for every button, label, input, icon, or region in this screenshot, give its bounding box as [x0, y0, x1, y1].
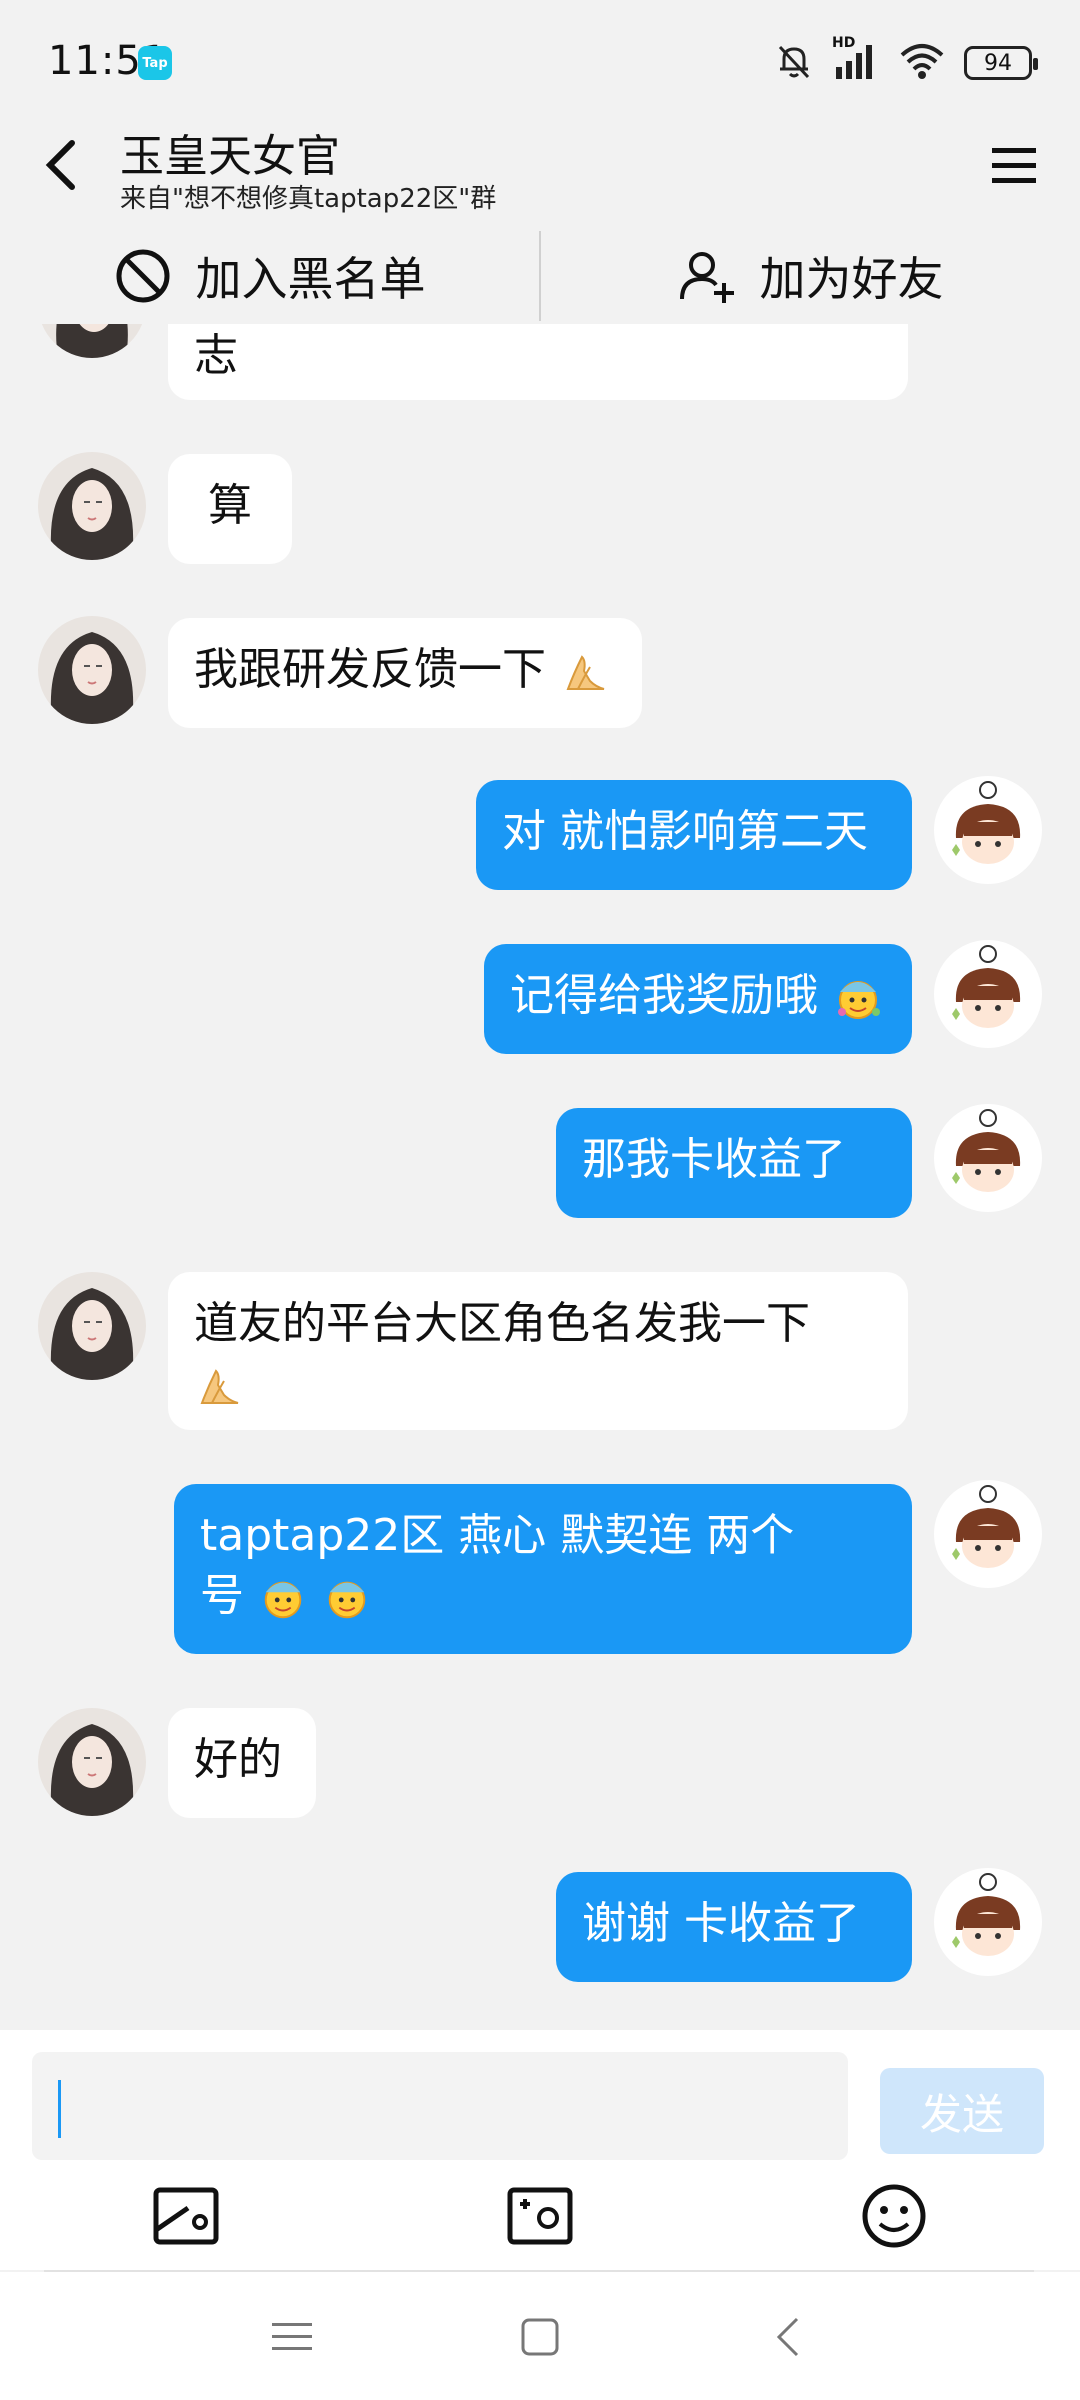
emoji-icon — [862, 2184, 926, 2248]
message-bubble[interactable]: 算 — [168, 454, 292, 564]
avatar[interactable] — [934, 776, 1042, 884]
message-input[interactable] — [32, 2052, 848, 2160]
signal-icon: HD — [832, 35, 880, 85]
message-text: 好的 — [194, 1734, 282, 1785]
avatar[interactable] — [38, 1272, 146, 1380]
avatar[interactable] — [934, 1868, 1042, 1976]
status-bar: 11:51 Tap HD 94 — [0, 0, 1080, 112]
message-text: 道友的平台大区角色名发我一下 — [194, 1298, 810, 1349]
message-bubble[interactable]: 记得给我奖励哦 — [484, 944, 912, 1054]
send-button[interactable]: 发送 — [880, 2068, 1044, 2154]
party-face-icon — [328, 1581, 366, 1619]
add-friend-icon — [679, 252, 734, 303]
text-caret — [58, 2080, 61, 2138]
camera-icon — [507, 2187, 573, 2245]
message-bubble[interactable]: taptap22区 燕心 默契连 两个 号 — [174, 1484, 912, 1654]
avatar[interactable] — [38, 452, 146, 560]
party-face-icon — [838, 981, 880, 1019]
battery-icon: 94 — [964, 46, 1038, 80]
chat-title: 玉皇天女官 — [120, 131, 340, 182]
recents-button[interactable] — [252, 2302, 332, 2372]
home-square-icon — [521, 2318, 559, 2356]
recents-menu-icon — [272, 2323, 312, 2350]
system-nav-bar — [0, 2272, 1080, 2400]
status-icons: HD 94 — [774, 35, 1038, 88]
back-arrow-icon — [45, 140, 75, 190]
message-text: 记得给我奖励哦 — [510, 970, 818, 1021]
chat-header: 玉皇天女官 来自"想不想修真taptap22区"群 — [0, 112, 1080, 222]
network-type-label: HD — [832, 35, 856, 51]
camera-button[interactable] — [500, 2176, 580, 2256]
avatar[interactable] — [934, 1104, 1042, 1212]
praying-hands-icon — [566, 655, 605, 690]
avatar[interactable] — [38, 1708, 146, 1816]
system-back-button[interactable] — [748, 2302, 828, 2372]
system-back-icon — [776, 2317, 799, 2357]
hamburger-menu-icon — [992, 148, 1036, 183]
home-button[interactable] — [500, 2302, 580, 2372]
party-face-icon — [264, 1581, 302, 1619]
avatar[interactable] — [38, 324, 146, 358]
message-bubble[interactable]: 那我卡收益了 — [556, 1108, 912, 1218]
back-button[interactable] — [30, 130, 90, 200]
message-bubble[interactable]: 志 — [168, 324, 908, 400]
block-icon — [116, 249, 169, 303]
chat-subtitle: 来自"想不想修真taptap22区"群 — [120, 184, 497, 214]
message-text: taptap22区 燕心 默契连 两个 — [200, 1510, 795, 1561]
message-text-line2 — [194, 1354, 882, 1414]
chat-messages[interactable]: 志 算 我跟研发反馈一下 对 就怕影响第二天 记得给我奖励哦 那我卡收益了 道友… — [0, 324, 1080, 2030]
message-text: 算 — [208, 480, 252, 531]
message-text: 我跟研发反馈一下 — [194, 644, 546, 695]
message-bubble[interactable]: 对 就怕影响第二天 — [476, 780, 912, 890]
tap-app-badge-icon: Tap — [138, 46, 172, 80]
image-button[interactable] — [146, 2176, 226, 2256]
emoji-button[interactable] — [854, 2176, 934, 2256]
message-text-line2: 号 — [200, 1566, 886, 1626]
message-bubble[interactable]: 好的 — [168, 1708, 316, 1818]
mute-bell-icon — [774, 41, 814, 85]
message-text: 对 就怕影响第二天 — [502, 806, 868, 857]
message-bubble[interactable]: 道友的平台大区角色名发我一下 — [168, 1272, 908, 1430]
composer: 发送 — [0, 2030, 1080, 2270]
praying-hands-icon — [200, 1369, 239, 1404]
wifi-icon — [898, 41, 946, 85]
message-text: 志 — [194, 330, 238, 381]
image-icon — [153, 2187, 219, 2245]
message-bubble[interactable]: 谢谢 卡收益了 — [556, 1872, 912, 1982]
message-text: 那我卡收益了 — [582, 1134, 846, 1185]
message-text: 谢谢 卡收益了 — [582, 1898, 860, 1949]
menu-button[interactable] — [984, 136, 1044, 196]
action-bar: 加入黑名单 加为好友 — [0, 228, 1080, 324]
avatar[interactable] — [934, 1480, 1042, 1588]
add-friend-button[interactable]: 加为好友 — [541, 228, 1080, 324]
avatar[interactable] — [934, 940, 1042, 1048]
add-friend-label: 加为好友 — [759, 252, 944, 306]
message-bubble[interactable]: 我跟研发反馈一下 — [168, 618, 642, 728]
block-label: 加入黑名单 — [195, 252, 426, 306]
battery-level: 94 — [984, 50, 1012, 76]
block-button[interactable]: 加入黑名单 — [0, 228, 539, 324]
avatar[interactable] — [38, 616, 146, 724]
